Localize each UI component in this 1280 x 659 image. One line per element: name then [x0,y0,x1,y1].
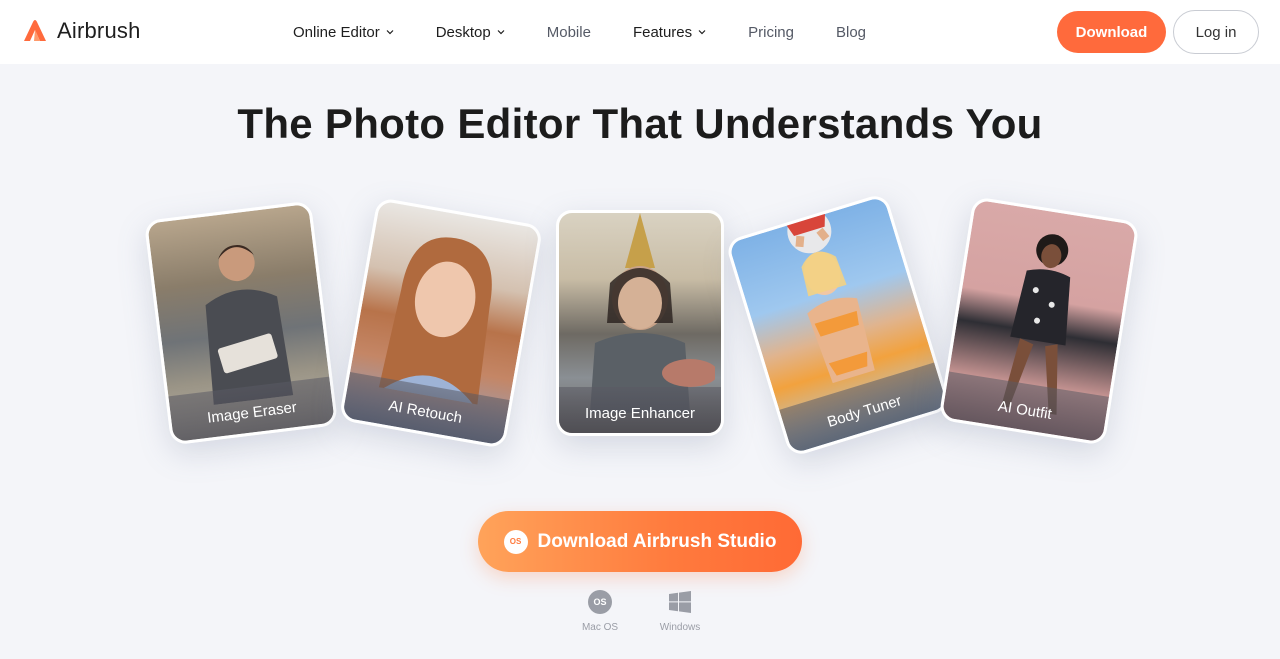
nav-item-features[interactable]: Features [633,24,706,41]
nav-item-pricing[interactable]: Pricing [748,24,794,41]
nav-item-label: Desktop [435,23,491,41]
platform-macos[interactable]: OS Mac OS [570,590,630,633]
nav-item-label: Features [632,23,693,41]
platform-windows[interactable]: Windows [650,590,710,633]
login-button[interactable]: Log in [1173,10,1259,54]
feature-card-image-enhancer[interactable]: Image Enhancer [556,210,724,436]
download-studio-button[interactable]: OS Download Airbrush Studio [478,511,802,572]
brand-name: Airbrush [57,18,141,43]
windows-icon [668,590,692,614]
nav-item-label: Online Editor [293,23,380,41]
chevron-down-icon [698,30,706,35]
download-studio-label: Download Airbrush Studio [537,530,777,552]
person-illustration [590,213,715,413]
feature-card-body-tuner[interactable]: Body Tuner [724,192,952,458]
platform-label: Windows [659,622,701,633]
airbrush-logo-icon [24,20,46,41]
macos-icon-text: OS [593,597,607,607]
feature-card-ai-outfit[interactable]: AI Outfit [938,196,1140,446]
nav-item-mobile[interactable]: Mobile [547,24,591,41]
person-illustration [205,245,294,405]
nav-item-blog[interactable]: Blog [836,24,866,41]
brand-logo[interactable]: Airbrush [22,18,141,44]
feature-card-ai-retouch[interactable]: AI Retouch [338,197,544,449]
nav-item-desktop[interactable]: Desktop [436,24,505,41]
nav-item-label: Pricing [748,23,794,41]
feature-card-caption: Image Enhancer [559,387,721,433]
chevron-down-icon [386,30,394,35]
main-nav: Online Editor Desktop Mobile Features Pr… [293,0,908,64]
chevron-down-icon [497,30,505,35]
nav-item-label: Mobile [546,23,591,41]
page-title: The Photo Editor That Understands You [237,100,1043,147]
nav-item-label: Blog [836,23,867,41]
nav-item-online-editor[interactable]: Online Editor [293,24,394,41]
macos-icon: OS [503,529,528,554]
macos-icon: OS [588,590,612,614]
platform-label: Mac OS [581,622,619,633]
site-header: Airbrush Online Editor Desktop Mobile Fe… [0,0,1280,64]
header-download-button[interactable]: Download [1057,11,1166,53]
feature-card-image-eraser[interactable]: Image Eraser [143,200,339,446]
